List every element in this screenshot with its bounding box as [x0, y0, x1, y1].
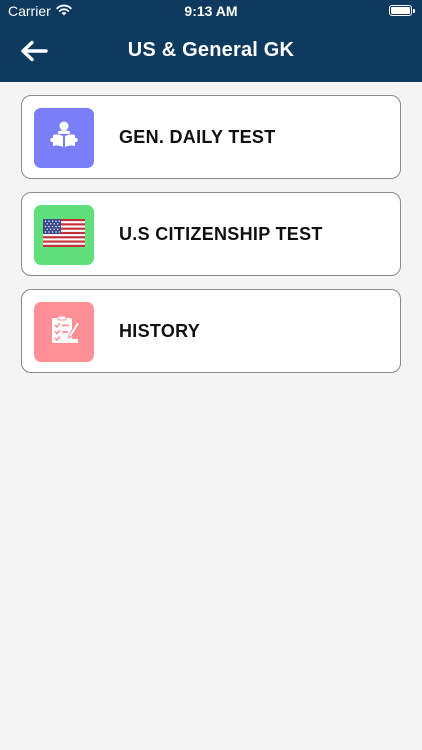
menu-item-label: HISTORY [119, 321, 201, 341]
checklist-edit-icon [47, 313, 81, 352]
status-time: 9:13 AM [184, 3, 238, 19]
battery-icon [389, 5, 415, 16]
menu-item-label: U.S CITIZENSHIP TEST [119, 224, 323, 244]
page-title: US & General GK [127, 39, 295, 61]
menu-item-icon-tile [34, 205, 94, 265]
menu-item-label: GEN. DAILY TEST [119, 127, 276, 147]
status-bar: Carrier 9:13 AM [0, 0, 422, 22]
menu-item-icon-tile [34, 302, 94, 362]
menu-item-gen-daily-test[interactable]: GEN. DAILY TEST [21, 95, 401, 179]
menu-item-icon-tile [34, 108, 94, 168]
menu-item-us-citizenship-test[interactable]: U.S CITIZENSHIP TEST [21, 192, 401, 276]
us-flag-icon [43, 218, 85, 252]
navigation-bar: US & General GK [0, 22, 422, 82]
menu-item-history[interactable]: HISTORY [21, 289, 401, 373]
menu-list: GEN. DAILY TEST U.S CITIZENSHIP TEST HIS… [21, 95, 401, 386]
reading-student-icon [46, 118, 82, 159]
